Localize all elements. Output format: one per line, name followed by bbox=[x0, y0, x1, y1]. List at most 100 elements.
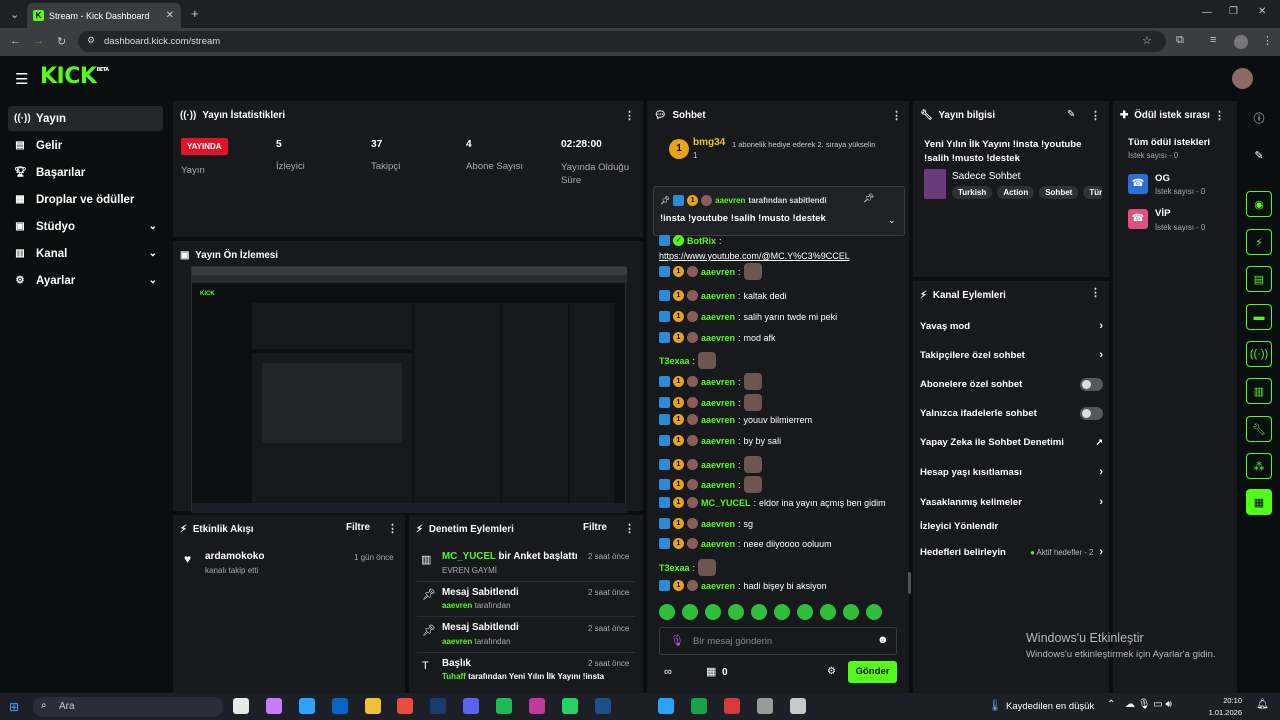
profile-avatar[interactable] bbox=[1234, 35, 1248, 49]
category-thumbnail[interactable] bbox=[924, 169, 946, 199]
taskbar-app-icon[interactable] bbox=[496, 698, 512, 714]
chat-message[interactable]: 1 aaevren: sg bbox=[659, 518, 753, 529]
chat-message[interactable]: T3exaa: bbox=[659, 352, 717, 369]
tag[interactable]: Tür bbox=[1083, 186, 1102, 199]
channel-action[interactable]: Yasaklanmış kelimeler › bbox=[920, 496, 1103, 508]
channel-action[interactable]: Hesap yaşı kısıtlaması › bbox=[920, 466, 1103, 478]
taskbar-app-icon[interactable] bbox=[757, 698, 773, 714]
kick-logo[interactable]: KICKBETA bbox=[40, 64, 109, 89]
chat-message[interactable]: 1 aaevren: bbox=[659, 394, 762, 411]
tag[interactable]: Turkish bbox=[952, 186, 993, 199]
chat-message[interactable]: 1 aaevren: bbox=[659, 263, 762, 280]
quick-emote[interactable] bbox=[866, 604, 882, 620]
chat-message[interactable]: 1 aaevren: kaltak dedi bbox=[659, 290, 787, 301]
sidebar-item-ayarlar[interactable]: ⚙ Ayarlar ⌄ bbox=[8, 268, 163, 293]
tag[interactable]: Sohbet bbox=[1039, 186, 1079, 199]
clapperboard-icon[interactable]: ▦ bbox=[1246, 489, 1272, 515]
tray-icons[interactable]: ☁ 🎙︎ ▭ 🔊︎ bbox=[1125, 699, 1172, 710]
edit-icon[interactable]: ✎ bbox=[1067, 109, 1075, 120]
layout-icon[interactable]: ▥ bbox=[1246, 378, 1272, 404]
tab-list-icon[interactable]: ⌄ bbox=[10, 8, 19, 21]
stream-info-more-icon[interactable]: ⋮ bbox=[1090, 109, 1101, 122]
all-requests[interactable]: Tüm ödül istekleri bbox=[1128, 137, 1210, 148]
taskbar-app-icon[interactable] bbox=[397, 698, 413, 714]
category-name[interactable]: Sadece Sohbet bbox=[952, 171, 1020, 182]
stats-more-icon[interactable]: ⋮ bbox=[624, 109, 635, 122]
quick-emote[interactable] bbox=[751, 604, 767, 620]
back-icon[interactable]: ← bbox=[10, 35, 21, 47]
chat-message[interactable]: 1 aaevren: bbox=[659, 456, 762, 473]
notes-icon[interactable]: ▤ bbox=[1246, 266, 1272, 292]
tag[interactable]: Action bbox=[997, 186, 1035, 199]
channel-action[interactable]: Takipçilere özel sohbet › bbox=[920, 349, 1103, 361]
quick-emote[interactable] bbox=[705, 604, 721, 620]
taskbar-app-icon[interactable] bbox=[790, 698, 806, 714]
channel-action[interactable]: İzleyici Yönlendir bbox=[920, 521, 1103, 532]
send-button[interactable]: Gönder bbox=[848, 661, 897, 683]
drops-icon[interactable]: ⁂ bbox=[1246, 453, 1272, 479]
chat-scrollbar[interactable] bbox=[908, 572, 911, 594]
new-tab-icon[interactable]: + bbox=[191, 6, 199, 21]
bookmark-star-icon[interactable]: ☆ bbox=[1142, 34, 1152, 47]
chat-message[interactable]: 1 aaevren: by by sali bbox=[659, 435, 781, 446]
tray-chevron-icon[interactable]: ⌃ bbox=[1107, 699, 1115, 710]
quick-emote[interactable] bbox=[774, 604, 790, 620]
minimize-icon[interactable]: — bbox=[1202, 7, 1212, 18]
mod-item-user[interactable]: MC_YUCEL bbox=[442, 551, 496, 562]
taskbar-app-icon[interactable] bbox=[430, 698, 446, 714]
activity-more-icon[interactable]: ⋮ bbox=[387, 522, 398, 535]
chat-message[interactable]: 1 aaevren: salih yarın twde mi peki bbox=[659, 311, 837, 322]
mod-item-user[interactable]: aaevren bbox=[442, 601, 472, 610]
channel-actions-more-icon[interactable]: ⋮ bbox=[1090, 286, 1101, 299]
sidebar-item-gelir[interactable]: ▤ Gelir bbox=[8, 133, 163, 158]
info-icon[interactable]: ⓘ bbox=[1246, 105, 1272, 131]
quick-emote[interactable] bbox=[797, 604, 813, 620]
chat-message[interactable]: 1 aaevren: mod afk bbox=[659, 332, 776, 343]
chat-settings-icon[interactable]: ⚙ bbox=[827, 666, 836, 677]
taskbar-app-icon[interactable] bbox=[365, 698, 381, 714]
chat-more-icon[interactable]: ⋮ bbox=[891, 109, 902, 122]
chat-message[interactable]: T3exaa: bbox=[659, 559, 717, 576]
chat-message[interactable]: 1 aaevren: bbox=[659, 373, 762, 390]
weather-text[interactable]: Kaydedilen en düşük bbox=[1006, 701, 1094, 712]
extensions-icon[interactable]: ⧉ bbox=[1176, 34, 1184, 47]
unpin-icon[interactable]: 📌︎ bbox=[863, 193, 874, 204]
sidebar-item-droplar[interactable]: ▦ Droplar ve ödüller bbox=[8, 187, 163, 212]
address-bar[interactable]: ⚙ dashboard.kick.com/stream bbox=[78, 31, 1166, 52]
mod-item-user[interactable]: Tuhaff bbox=[442, 672, 466, 681]
clock-date[interactable]: 1.01.2026 bbox=[1200, 708, 1242, 717]
taskbar-app-icon[interactable] bbox=[529, 698, 545, 714]
channel-action[interactable]: Yavaş mod › bbox=[920, 320, 1103, 332]
edit-layout-icon[interactable]: ✎ bbox=[1246, 142, 1272, 168]
reload-icon[interactable]: ↻ bbox=[57, 35, 66, 48]
gift-icon[interactable]: ▦ bbox=[706, 665, 716, 678]
chat-link[interactable]: https://www.youtube.com/@MC.Y%C3%9CCEL bbox=[659, 251, 850, 261]
taskbar-search[interactable]: ⌕ Ara bbox=[33, 697, 223, 717]
restore-icon[interactable]: ❐ bbox=[1229, 6, 1238, 17]
chat-message[interactable]: ✓ BotRix: bbox=[659, 235, 722, 246]
pinned-message[interactable]: 📌︎ 1 aaevren tarafından sabitlendi !insta !… bbox=[653, 186, 905, 236]
activity-filter-button[interactable]: Filtre bbox=[346, 522, 370, 533]
hamburger-menu-icon[interactable]: ☰ bbox=[15, 70, 28, 88]
channel-action[interactable]: Yalnızca ifadelerle sohbet bbox=[920, 407, 1103, 420]
moderation-more-icon[interactable]: ⋮ bbox=[624, 522, 635, 535]
bolt-icon[interactable]: ⚡︎ bbox=[1246, 229, 1272, 255]
activity-user[interactable]: ardamokoko bbox=[205, 551, 264, 562]
broadcast-icon[interactable]: ((·)) bbox=[1246, 341, 1272, 367]
chat-message[interactable]: 1 aaevren: bbox=[659, 476, 762, 493]
clock-time[interactable]: 20:10 bbox=[1212, 696, 1242, 705]
taskbar-app-icon[interactable] bbox=[691, 698, 707, 714]
channel-action[interactable]: Yapay Zeka ile Sohbet Denetimi ↗ bbox=[920, 437, 1103, 448]
reward-name[interactable]: VİP bbox=[1155, 208, 1170, 219]
camera-icon[interactable]: ◉ bbox=[1246, 191, 1272, 217]
sidebar-item-basarilar[interactable]: 🏆︎ Başarılar bbox=[8, 160, 163, 185]
user-avatar[interactable] bbox=[1232, 68, 1253, 89]
windows-start-icon[interactable]: ⊞ bbox=[9, 700, 19, 714]
chat-message[interactable]: 1 aaevren: youuv bilmierrem bbox=[659, 414, 812, 425]
sidebar-item-yayin[interactable]: ((·)) Yayın bbox=[8, 106, 163, 131]
chat-message[interactable]: 1 MC_YUCEL: eldor ina yayın açmış ben gidi… bbox=[659, 497, 886, 508]
channel-action[interactable]: Abonelere özel sohbet bbox=[920, 378, 1103, 391]
rewards-more-icon[interactable]: ⋮ bbox=[1214, 109, 1225, 122]
close-window-icon[interactable]: ✕ bbox=[1258, 6, 1266, 17]
chat-input[interactable]: 🎙︎ Bir mesaj gönderin ☻ bbox=[659, 627, 897, 655]
